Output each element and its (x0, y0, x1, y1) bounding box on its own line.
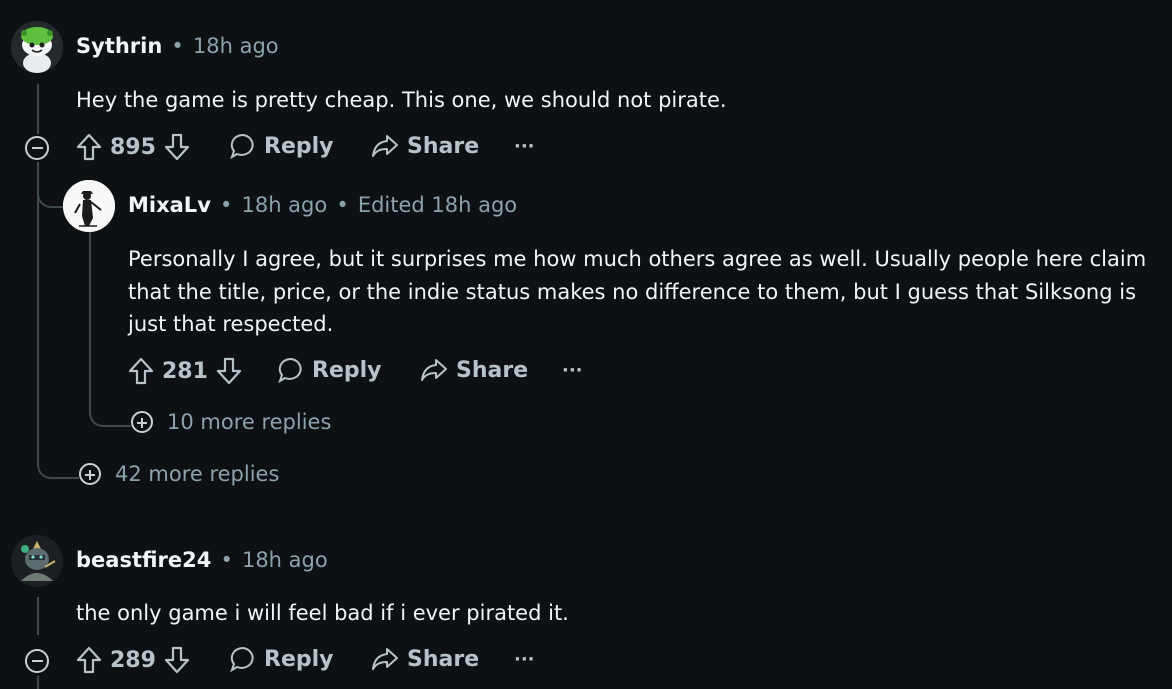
vote-count: 895 (110, 134, 156, 160)
timestamp[interactable]: 18h ago (242, 548, 328, 572)
separator: • (219, 193, 233, 217)
thread-line-sythrin-lower (37, 162, 39, 465)
ellipsis-icon: ··· (562, 360, 583, 381)
silhouette-avatar-icon (63, 180, 115, 232)
more-replies-label: 10 more replies (167, 410, 332, 434)
downvote-arrow-icon[interactable] (164, 133, 190, 161)
share-label: Share (407, 646, 480, 672)
ellipsis-icon: ··· (514, 649, 535, 670)
more-options-button[interactable]: ··· (514, 649, 535, 670)
downvote-arrow-icon[interactable] (164, 646, 190, 674)
speech-bubble-icon (230, 646, 254, 672)
reply-label: Reply (264, 646, 334, 672)
plus-circle-icon (131, 411, 153, 433)
separator: • (336, 193, 349, 217)
vote-count: 281 (162, 358, 208, 384)
more-replies-link[interactable]: 42 more replies (79, 462, 279, 486)
author-name[interactable]: MixaLv (128, 193, 211, 217)
thread-line-mixalv (89, 232, 131, 427)
snoo-avatar-icon (11, 21, 63, 73)
avatar[interactable] (11, 535, 63, 587)
downvote-arrow-icon[interactable] (216, 357, 242, 385)
speech-bubble-icon (278, 357, 302, 383)
collapse-thread-button[interactable] (25, 136, 49, 160)
collapse-thread-button[interactable] (25, 649, 49, 673)
comment-header: Sythrin • 18h ago (76, 34, 279, 58)
upvote-arrow-icon[interactable] (76, 646, 102, 674)
reply-label: Reply (264, 133, 334, 159)
more-options-button[interactable]: ··· (562, 360, 583, 381)
comment-body: Personally I agree, but it surprises me … (128, 247, 1147, 336)
edited-timestamp: Edited 18h ago (357, 193, 518, 217)
avatar[interactable] (11, 21, 63, 73)
vote-bar: 289 (76, 646, 190, 674)
upvote-arrow-icon[interactable] (76, 133, 102, 161)
share-arrow-icon (372, 135, 398, 157)
separator: • (171, 34, 184, 58)
comment-header: beastfire24 • 18h ago (76, 548, 328, 572)
share-label: Share (407, 133, 480, 159)
ellipsis-icon: ··· (514, 136, 535, 157)
comment-header: MixaLv • 18h ago • Edited 18h ago (128, 193, 517, 217)
avatar[interactable] (63, 180, 115, 232)
timestamp[interactable]: 18h ago (193, 34, 279, 58)
more-replies-label: 42 more replies (115, 462, 280, 486)
minus-circle-icon (31, 660, 43, 662)
share-arrow-icon (421, 359, 447, 381)
thread-line-beastfire-lower (37, 676, 39, 689)
author-name[interactable]: Sythrin (76, 34, 162, 58)
upvote-arrow-icon[interactable] (128, 357, 154, 385)
vote-bar: 895 (76, 133, 190, 161)
speech-bubble-icon (230, 133, 254, 159)
reply-button[interactable]: Reply (230, 646, 334, 672)
armored-avatar-icon (11, 535, 63, 587)
minus-circle-icon (31, 147, 43, 149)
author-name[interactable]: beastfire24 (76, 548, 211, 572)
vote-count: 289 (110, 647, 156, 673)
thread-curve-to-mixalv (37, 162, 65, 208)
reply-button[interactable]: Reply (278, 357, 382, 383)
reply-label: Reply (312, 357, 382, 383)
plus-circle-icon (79, 463, 101, 485)
share-button[interactable]: Share (420, 357, 528, 383)
share-button[interactable]: Share (371, 133, 479, 159)
reply-button[interactable]: Reply (230, 133, 334, 159)
more-options-button[interactable]: ··· (514, 136, 535, 157)
comment-body: Hey the game is pretty cheap. This one, … (76, 88, 727, 112)
share-label: Share (456, 357, 529, 383)
timestamp[interactable]: 18h ago (241, 193, 327, 217)
vote-bar: 281 (128, 357, 242, 385)
thread-line-beastfire (37, 597, 39, 635)
comment-body: the only game i will feel bad if i ever … (76, 601, 569, 625)
thread-curve-sythrin-replies (37, 440, 79, 479)
thread-line-sythrin (37, 84, 39, 134)
separator: • (220, 548, 233, 572)
share-arrow-icon (372, 648, 398, 670)
share-button[interactable]: Share (371, 646, 479, 672)
more-replies-link[interactable]: 10 more replies (131, 410, 331, 434)
